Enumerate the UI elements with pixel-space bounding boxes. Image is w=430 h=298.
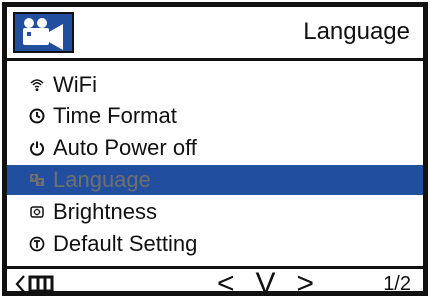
- video-camera-icon: [23, 18, 63, 50]
- settings-menu: WiFi Time Format Auto Power off Language: [7, 70, 423, 261]
- menu-item-label: Time Format: [53, 103, 177, 128]
- menu-item-brightness[interactable]: Brightness: [7, 197, 423, 227]
- wifi-icon: [30, 79, 44, 92]
- menu-item-auto-power-off[interactable]: Auto Power off: [7, 133, 423, 163]
- power-icon: [30, 141, 44, 156]
- menu-item-label: Language: [53, 167, 151, 192]
- back-icon[interactable]: [15, 275, 25, 292]
- menu-item-wifi[interactable]: WiFi: [7, 70, 423, 100]
- menu-icon[interactable]: [28, 275, 54, 291]
- footer-navigation: < V >: [217, 269, 315, 292]
- menu-item-default-setting[interactable]: Default Setting: [7, 229, 423, 259]
- nav-left-button[interactable]: <: [217, 269, 235, 292]
- nav-down-button[interactable]: V: [256, 269, 276, 292]
- language-icon: [30, 174, 44, 186]
- menu-item-label: Auto Power off: [53, 135, 197, 160]
- menu-item-language[interactable]: Language: [7, 165, 423, 195]
- camera-settings-screen: Language WiFi Time Format Auto Power off…: [2, 2, 428, 296]
- clock-icon: [29, 108, 45, 124]
- page-indicator: 1/2: [383, 273, 411, 295]
- page-title: Language: [303, 18, 410, 45]
- settings-header: Language: [7, 7, 423, 61]
- back-menu-icon-group[interactable]: [14, 272, 60, 296]
- header-icon-container: [13, 12, 74, 53]
- menu-item-label: WiFi: [53, 72, 97, 97]
- menu-item-label: Brightness: [53, 199, 157, 224]
- settings-footer: < V > 1/2: [7, 266, 423, 296]
- brightness-icon: [30, 206, 44, 218]
- default-setting-icon: [29, 236, 45, 252]
- nav-right-button[interactable]: >: [297, 269, 315, 292]
- menu-item-label: Default Setting: [53, 231, 198, 256]
- menu-item-time-format[interactable]: Time Format: [7, 101, 423, 131]
